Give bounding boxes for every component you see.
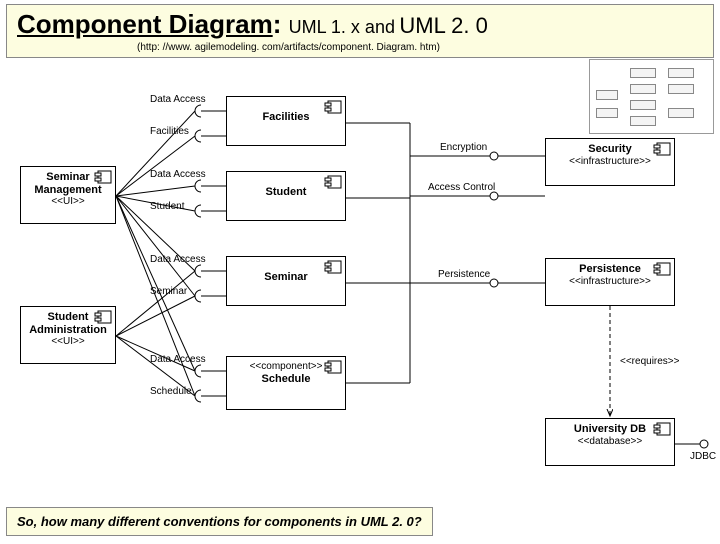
question-bar: So, how many different conventions for c… — [6, 507, 433, 536]
dependency-label: <<requires>> — [620, 356, 680, 367]
component-label: Persistence — [552, 263, 668, 276]
title-main: Component Diagram — [17, 9, 273, 39]
interface-label: Seminar — [150, 286, 187, 297]
component-facilities: Facilities — [226, 96, 346, 146]
title-bar: Component Diagram: UML 1. x and UML 2. 0… — [6, 4, 714, 58]
interface-label: Data Access — [150, 169, 206, 180]
stereotype-label: <<infrastructure>> — [552, 156, 668, 168]
diagram-canvas: Seminar Management <<UI>> Student Admini… — [0, 56, 720, 496]
component-icon — [324, 100, 342, 114]
component-label: Security — [552, 143, 668, 156]
component-icon — [324, 360, 342, 374]
component-icon — [324, 260, 342, 274]
component-seminar: Seminar — [226, 256, 346, 306]
component-label: University DB — [552, 423, 668, 436]
component-persistence: Persistence <<infrastructure>> — [545, 258, 675, 306]
interface-label: Schedule — [150, 386, 192, 397]
title-source: (http: //www. agilemodeling. com/artifac… — [137, 42, 703, 53]
component-student: Student — [226, 171, 346, 221]
component-icon — [653, 262, 671, 276]
component-schedule: <<component>> Schedule — [226, 356, 346, 410]
stereotype-label: <<infrastructure>> — [552, 276, 668, 288]
interface-label: Persistence — [438, 269, 490, 280]
interface-label: Access Control — [428, 182, 495, 193]
title-part3: UML 2. 0 — [399, 13, 487, 38]
component-icon — [324, 175, 342, 189]
stereotype-label: <<database>> — [552, 436, 668, 448]
interface-label: Data Access — [150, 254, 206, 265]
component-icon — [653, 422, 671, 436]
stereotype-label: <<UI>> — [27, 336, 109, 348]
interface-label: Encryption — [440, 142, 487, 153]
component-icon — [94, 170, 112, 184]
interface-label: Data Access — [150, 94, 206, 105]
component-student-admin: Student Administration <<UI>> — [20, 306, 116, 364]
component-university-db: University DB <<database>> — [545, 418, 675, 466]
interface-label: Student — [150, 201, 184, 212]
component-label: Schedule — [233, 373, 339, 386]
component-icon — [653, 142, 671, 156]
interface-label: Data Access — [150, 354, 206, 365]
stereotype-label: <<UI>> — [27, 196, 109, 208]
interface-label: JDBC — [690, 451, 716, 462]
title-part2: UML 1. x and — [289, 17, 395, 37]
question-text: So, how many different conventions for c… — [17, 514, 422, 529]
interface-label: Facilities — [150, 126, 189, 137]
component-seminar-management: Seminar Management <<UI>> — [20, 166, 116, 224]
component-security: Security <<infrastructure>> — [545, 138, 675, 186]
component-icon — [94, 310, 112, 324]
